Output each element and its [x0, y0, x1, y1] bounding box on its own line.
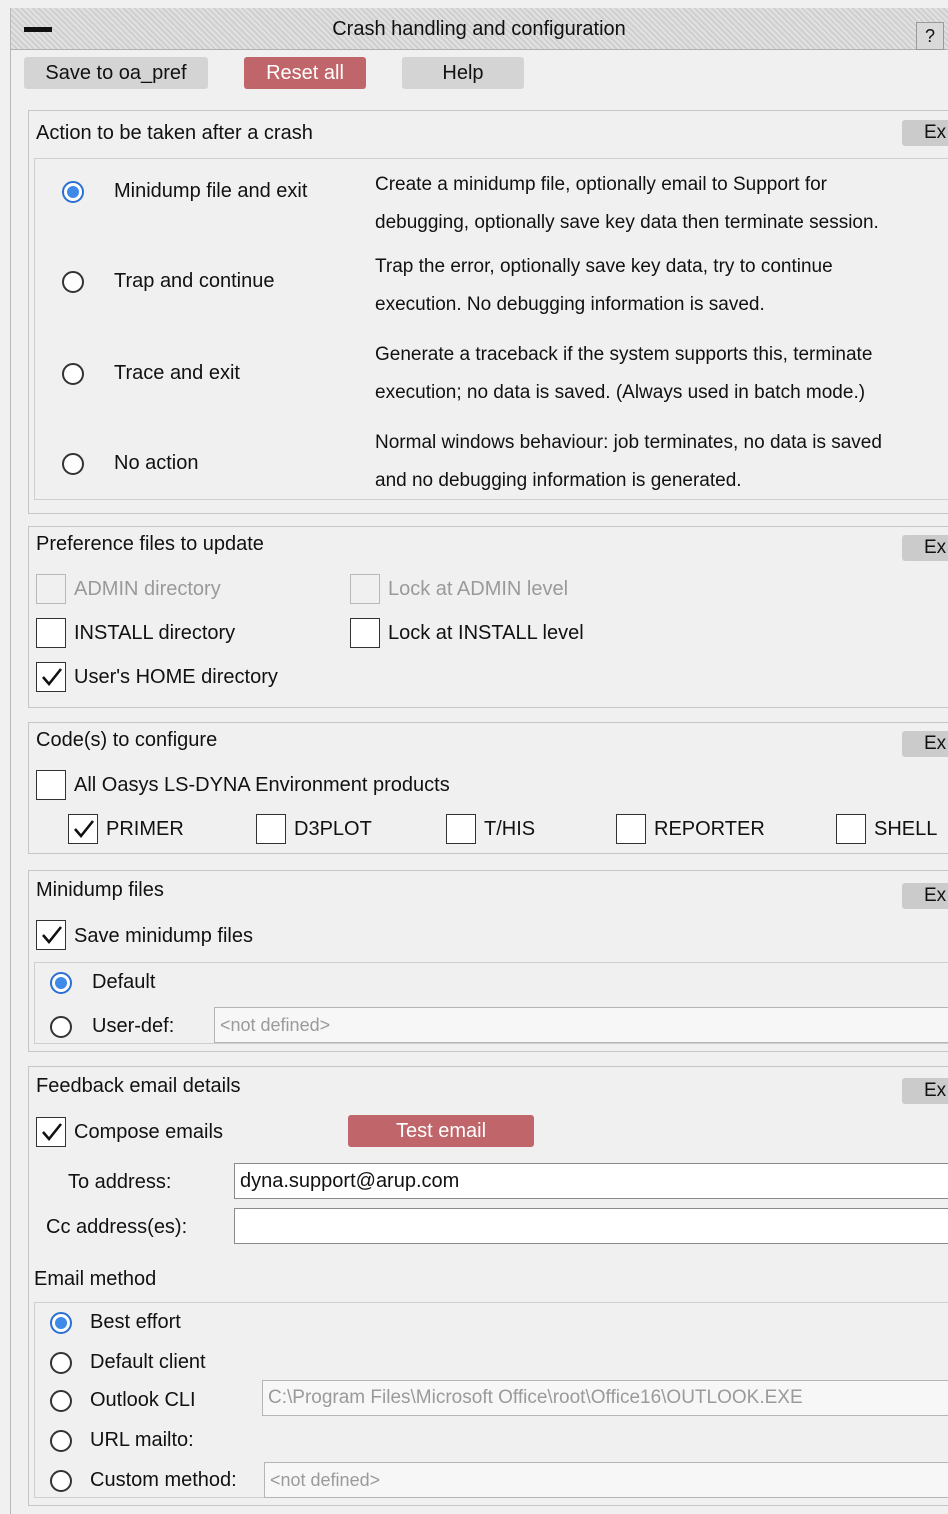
- minidump-exit-label: Minidump file and exit: [114, 180, 308, 202]
- minidump-userdef-label: User-def:: [92, 1015, 175, 1037]
- d3plot-checkbox[interactable]: [256, 814, 286, 844]
- no-action-label: No action: [114, 452, 199, 474]
- minidump-default-label: Default: [92, 971, 156, 993]
- minidump-exit-desc-line1: Create a minidump file, optionally email…: [375, 174, 828, 195]
- pref-files-title: Preference files to update: [36, 533, 264, 555]
- pref-files-expand-button[interactable]: Ex: [902, 535, 948, 561]
- url-mailto-label: URL mailto:: [90, 1429, 194, 1451]
- feedback-expand-button[interactable]: Ex: [902, 1078, 948, 1104]
- shell-checkbox[interactable]: [836, 814, 866, 844]
- checkmark-icon: [42, 668, 63, 687]
- trap-continue-desc-line1: Trap the error, optionally save key data…: [375, 256, 833, 277]
- default-client-radio[interactable]: [50, 1352, 72, 1374]
- install-directory-checkbox[interactable]: [36, 618, 66, 648]
- minidump-expand-button[interactable]: Ex: [902, 883, 948, 909]
- crash-action-expand-button[interactable]: Ex: [902, 120, 948, 146]
- best-effort-label: Best effort: [90, 1311, 181, 1333]
- home-directory-checkbox[interactable]: [36, 662, 66, 692]
- trace-exit-desc-line2: execution; no data is saved. (Always use…: [375, 382, 866, 403]
- email-method-title: Email method: [34, 1268, 157, 1290]
- this-label: T/HIS: [484, 818, 536, 840]
- minidump-userdef-field[interactable]: <not defined>: [214, 1007, 948, 1043]
- lock-install-label: Lock at INSTALL level: [388, 622, 584, 644]
- outlook-cli-label: Outlook CLI: [90, 1389, 196, 1411]
- codes-expand-button[interactable]: Ex: [902, 731, 948, 757]
- trap-continue-label: Trap and continue: [114, 270, 275, 292]
- reporter-checkbox[interactable]: [616, 814, 646, 844]
- no-action-radio[interactable]: [62, 453, 84, 475]
- primer-label: PRIMER: [106, 818, 184, 840]
- help-question-button[interactable]: ?: [916, 22, 944, 50]
- cc-address-label: Cc address(es):: [46, 1216, 188, 1238]
- admin-directory-label: ADMIN directory: [74, 578, 221, 600]
- to-address-label: To address:: [68, 1171, 172, 1193]
- trace-exit-radio[interactable]: [62, 363, 84, 385]
- title-bar: Crash handling and configuration ?: [10, 8, 948, 50]
- trace-exit-label: Trace and exit: [114, 362, 240, 384]
- shell-label: SHELL: [874, 818, 938, 840]
- this-checkbox[interactable]: [446, 814, 476, 844]
- outlook-path-field[interactable]: C:\Program Files\Microsoft Office\root\O…: [262, 1380, 948, 1416]
- lock-admin-label: Lock at ADMIN level: [388, 578, 569, 600]
- install-directory-label: INSTALL directory: [74, 622, 236, 644]
- custom-method-label: Custom method:: [90, 1469, 237, 1491]
- checkmark-icon: [42, 1123, 63, 1142]
- save-minidump-checkbox[interactable]: [36, 920, 66, 950]
- to-address-field[interactable]: dyna.support@arup.com: [234, 1163, 948, 1199]
- minidump-userdef-radio[interactable]: [50, 1016, 72, 1038]
- lock-admin-checkbox[interactable]: [350, 574, 380, 604]
- outlook-cli-radio[interactable]: [50, 1390, 72, 1412]
- save-to-oa-pref-button[interactable]: Save to oa_pref: [24, 57, 208, 89]
- crash-action-title: Action to be taken after a crash: [36, 122, 313, 144]
- url-mailto-radio[interactable]: [50, 1430, 72, 1452]
- minidump-title: Minidump files: [36, 879, 164, 901]
- primer-checkbox[interactable]: [68, 814, 98, 844]
- d3plot-label: D3PLOT: [294, 818, 372, 840]
- minidump-exit-desc-line2: debugging, optionally save key data then…: [375, 212, 879, 233]
- test-email-button[interactable]: Test email: [348, 1115, 534, 1147]
- no-action-desc-line2: and no debugging information is generate…: [375, 470, 742, 491]
- codes-title: Code(s) to configure: [36, 729, 218, 751]
- custom-method-field[interactable]: <not defined>: [264, 1462, 948, 1498]
- all-products-checkbox[interactable]: [36, 770, 66, 800]
- minidump-exit-radio[interactable]: [62, 181, 84, 203]
- admin-directory-checkbox[interactable]: [36, 574, 66, 604]
- reporter-label: REPORTER: [654, 818, 765, 840]
- compose-emails-label: Compose emails: [74, 1121, 223, 1143]
- custom-method-radio[interactable]: [50, 1470, 72, 1492]
- no-action-desc-line1: Normal windows behaviour: job terminates…: [375, 432, 882, 453]
- window-title: Crash handling and configuration: [332, 18, 626, 40]
- trap-continue-radio[interactable]: [62, 271, 84, 293]
- best-effort-radio[interactable]: [50, 1312, 72, 1334]
- feedback-title: Feedback email details: [36, 1075, 241, 1097]
- save-minidump-label: Save minidump files: [74, 925, 253, 947]
- compose-emails-checkbox[interactable]: [36, 1117, 66, 1147]
- window-left-border: [10, 8, 11, 1514]
- help-button[interactable]: Help: [402, 57, 524, 89]
- reset-all-button[interactable]: Reset all: [244, 57, 366, 89]
- lock-install-checkbox[interactable]: [350, 618, 380, 648]
- checkmark-icon: [74, 820, 95, 839]
- default-client-label: Default client: [90, 1351, 206, 1373]
- minidump-default-radio[interactable]: [50, 972, 72, 994]
- cc-address-field[interactable]: [234, 1208, 948, 1244]
- all-products-label: All Oasys LS-DYNA Environment products: [74, 774, 450, 796]
- trace-exit-desc-line1: Generate a traceback if the system suppo…: [375, 344, 873, 365]
- checkmark-icon: [42, 926, 63, 945]
- home-directory-label: User's HOME directory: [74, 666, 278, 688]
- trap-continue-desc-line2: execution. No debugging information is s…: [375, 294, 765, 315]
